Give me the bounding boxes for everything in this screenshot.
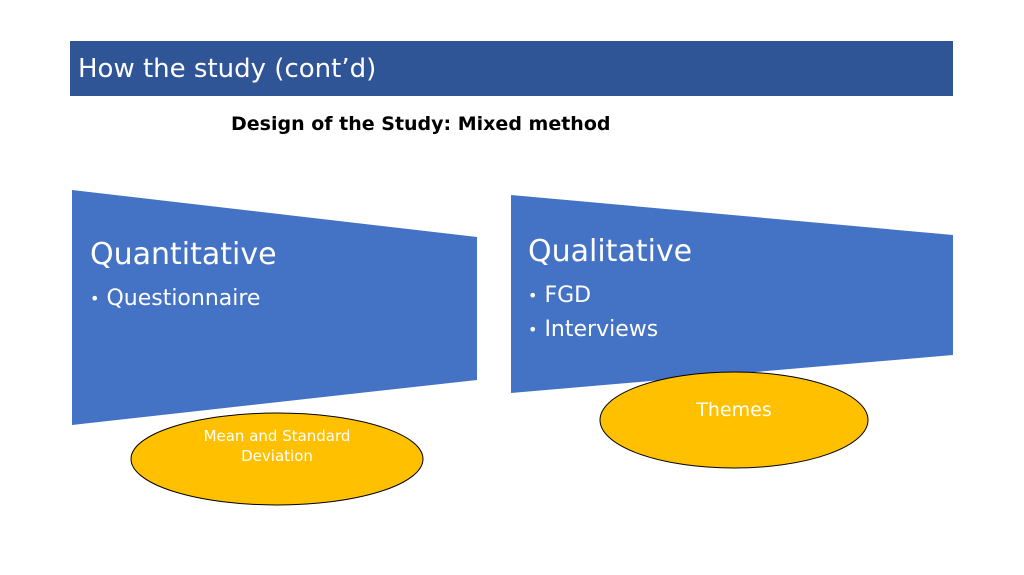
- list-item: • Interviews: [528, 313, 692, 347]
- qualitative-bullets: • FGD • Interviews: [528, 279, 692, 347]
- quantitative-oval-label: Mean and Standard Deviation: [150, 424, 404, 468]
- bullet-text: FGD: [544, 283, 592, 308]
- quantitative-panel-content: Quantitative • Questionnaire: [90, 240, 277, 316]
- list-item: • FGD: [528, 279, 692, 313]
- bullet-icon: •: [528, 286, 538, 305]
- oval-label-line1: Mean and Standard: [203, 427, 351, 445]
- bullet-text: Questionnaire: [106, 286, 261, 311]
- qualitative-heading: Qualitative: [528, 234, 693, 269]
- oval-label-line1: Themes: [696, 399, 772, 421]
- bullet-text: Interviews: [544, 317, 659, 342]
- qualitative-panel-content: Qualitative • FGD • Interviews: [528, 237, 692, 347]
- quantitative-heading: Quantitative: [90, 237, 277, 272]
- bullet-icon: •: [528, 320, 538, 339]
- oval-label-line2: Deviation: [241, 447, 313, 465]
- qualitative-oval-label: Themes: [620, 396, 848, 424]
- list-item: • Questionnaire: [90, 282, 277, 316]
- bullet-icon: •: [90, 289, 100, 308]
- quantitative-bullets: • Questionnaire: [90, 282, 277, 316]
